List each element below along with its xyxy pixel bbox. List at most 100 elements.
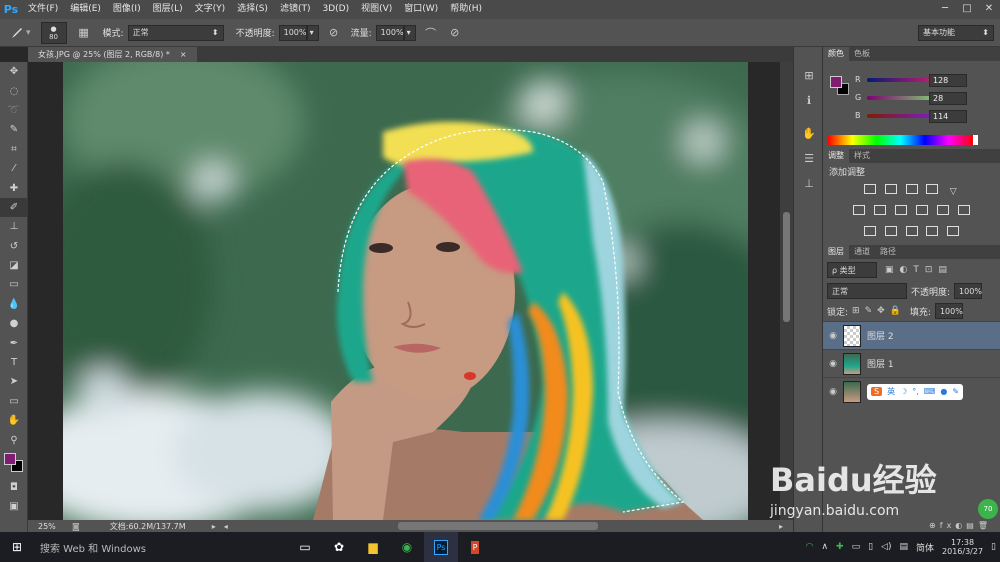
tab-color[interactable]: 颜色	[823, 47, 849, 61]
zoom-level[interactable]: 25%	[38, 522, 64, 531]
pressure-size-icon[interactable]: ⊘	[446, 24, 464, 42]
wifi-icon[interactable]: ◠	[806, 542, 814, 552]
r-value[interactable]: 128	[929, 74, 967, 87]
blend-mode-select[interactable]: 正常	[827, 283, 907, 299]
color-swatches[interactable]	[0, 450, 28, 478]
battery-icon[interactable]: ▭	[852, 542, 861, 552]
selective-color-icon[interactable]	[947, 226, 960, 236]
layer-filter-select[interactable]: ρ 类型	[827, 262, 877, 278]
menu-help[interactable]: 帮助(H)	[444, 0, 488, 19]
channel-mixer-icon[interactable]	[936, 205, 949, 215]
file-explorer-icon[interactable]: ▆	[356, 532, 390, 562]
vertical-scrollbar[interactable]	[780, 62, 793, 520]
brush-panel-icon[interactable]: ▦	[75, 24, 93, 42]
menu-view[interactable]: 视图(V)	[355, 0, 398, 19]
layer-row-2[interactable]: ◉ 图层 2	[823, 321, 1000, 349]
punctuation-icon[interactable]: °,	[912, 387, 919, 396]
tray-expand-icon[interactable]: ∧	[821, 542, 828, 552]
hand-tool-icon[interactable]: ✋	[0, 411, 28, 430]
quick-select-tool-icon[interactable]: ✎	[0, 120, 28, 139]
document-tab[interactable]: 女孩.JPG @ 25% (图层 2, RGB/8) * ×	[28, 47, 197, 62]
ime-toolbar[interactable]: S 英 ☽ °, ⌨ ● ✎	[867, 383, 964, 400]
menu-edit[interactable]: 编辑(E)	[64, 0, 107, 19]
photo-filter-icon[interactable]	[915, 205, 928, 215]
levels-icon[interactable]	[884, 184, 897, 194]
eye-icon[interactable]: ◉	[823, 359, 843, 369]
brush-tool-icon[interactable]: ✐	[0, 197, 28, 218]
photoshop-taskbar-icon[interactable]: Ps	[424, 532, 458, 562]
vibrance-icon[interactable]: ▽	[947, 187, 959, 197]
tab-adjustments[interactable]: 调整	[823, 149, 849, 163]
menu-select[interactable]: 选择(S)	[231, 0, 274, 19]
b-value[interactable]: 114	[929, 110, 967, 123]
crop-tool-icon[interactable]: ⌗	[0, 140, 28, 159]
moon-icon[interactable]: ☽	[900, 387, 907, 396]
fill-input[interactable]: 100%	[934, 303, 963, 319]
healing-brush-tool-icon[interactable]: ✚	[0, 178, 28, 197]
menu-3d[interactable]: 3D(D)	[316, 0, 355, 19]
fan-app-icon[interactable]: ✿	[322, 532, 356, 562]
volume-icon[interactable]: ◁)	[881, 542, 891, 552]
color-spectrum-bar[interactable]	[828, 135, 973, 145]
opacity-input[interactable]: 100%	[278, 24, 307, 41]
history-panel-icon[interactable]: ⊞	[794, 63, 824, 88]
quick-mask-icon[interactable]: ◘	[0, 478, 28, 497]
shape-tool-icon[interactable]: ▭	[0, 392, 28, 411]
network-icon[interactable]: ▯	[868, 542, 873, 552]
black-white-icon[interactable]	[895, 205, 908, 215]
wrench-icon[interactable]: ✎	[952, 387, 959, 396]
tool-presets-icon[interactable]: ✋	[794, 121, 824, 146]
move-tool-icon[interactable]: ✥	[0, 62, 28, 81]
flow-input[interactable]: 100%	[375, 24, 404, 41]
tab-channels[interactable]: 通道	[849, 245, 875, 259]
minimize-button[interactable]: ─	[934, 0, 956, 16]
tab-paths[interactable]: 路径	[875, 245, 901, 259]
workspace-select[interactable]: 基本功能 ⬍	[918, 24, 994, 41]
taskbar-search[interactable]: 搜索 Web 和 Windows	[34, 532, 288, 562]
layer-row-1[interactable]: ◉ 图层 1	[823, 349, 1000, 377]
opacity-dropdown[interactable]: ▾	[306, 24, 319, 41]
mode-select[interactable]: 正常 ⬍	[127, 24, 224, 41]
foreground-color-swatch[interactable]	[4, 452, 16, 465]
security-tray-icon[interactable]: ✚	[836, 542, 844, 552]
brush-tool-icon[interactable]	[8, 24, 26, 42]
blur-tool-icon[interactable]: 💧	[0, 295, 28, 314]
clone-stamp-tool-icon[interactable]: ⊥	[0, 217, 28, 236]
color-lookup-icon[interactable]	[957, 205, 970, 215]
airbrush-icon[interactable]: ⌒	[422, 24, 440, 42]
menu-filter[interactable]: 滤镜(T)	[274, 0, 317, 19]
clock[interactable]: 17:38 2016/3/27	[942, 538, 983, 556]
horizontal-scroll-thumb[interactable]	[398, 522, 598, 530]
type-tool-icon[interactable]: T	[0, 353, 28, 372]
gradient-map-icon[interactable]	[926, 226, 939, 236]
white-swatch[interactable]	[973, 135, 978, 145]
eye-icon[interactable]: ◉	[823, 387, 843, 397]
brush-preset-picker[interactable]: ● 80	[40, 21, 67, 44]
filter-icons[interactable]: ▣◐T⊡▤	[885, 265, 953, 275]
gradient-tool-icon[interactable]: ▭	[0, 275, 28, 294]
layer-action-icons[interactable]: ⊕fx◐▤🗑	[929, 521, 992, 530]
action-center-icon[interactable]: ▯	[991, 542, 996, 552]
menu-window[interactable]: 窗口(W)	[398, 0, 444, 19]
g-value[interactable]: 28	[929, 92, 967, 105]
keyboard-icon[interactable]: ⌨	[924, 387, 936, 396]
menu-type[interactable]: 文字(Y)	[189, 0, 232, 19]
screen-mode-icon[interactable]: ▣	[0, 497, 28, 516]
lasso-tool-icon[interactable]: ➰	[0, 101, 28, 120]
menu-image[interactable]: 图像(I)	[107, 0, 147, 19]
close-tab-icon[interactable]: ×	[180, 47, 187, 62]
status-info-icon[interactable]: ◙	[72, 522, 80, 531]
path-select-tool-icon[interactable]: ➤	[0, 372, 28, 391]
eye-icon[interactable]: ◉	[823, 331, 843, 341]
menu-layer[interactable]: 图层(L)	[147, 0, 189, 19]
clone-source-icon[interactable]: ⊥	[794, 171, 824, 196]
brightness-contrast-icon[interactable]	[863, 184, 876, 194]
user-icon[interactable]: ●	[940, 387, 947, 396]
layer-opacity-input[interactable]: 100%	[954, 283, 983, 299]
marquee-tool-icon[interactable]: ◌	[0, 81, 28, 100]
color-balance-icon[interactable]	[874, 205, 887, 215]
scroll-right-arrow-icon[interactable]: ▸	[779, 522, 783, 531]
threshold-icon[interactable]	[905, 226, 918, 236]
lock-icons[interactable]: ⊞✎✥🔒	[852, 306, 906, 316]
menu-file[interactable]: 文件(F)	[22, 0, 64, 19]
